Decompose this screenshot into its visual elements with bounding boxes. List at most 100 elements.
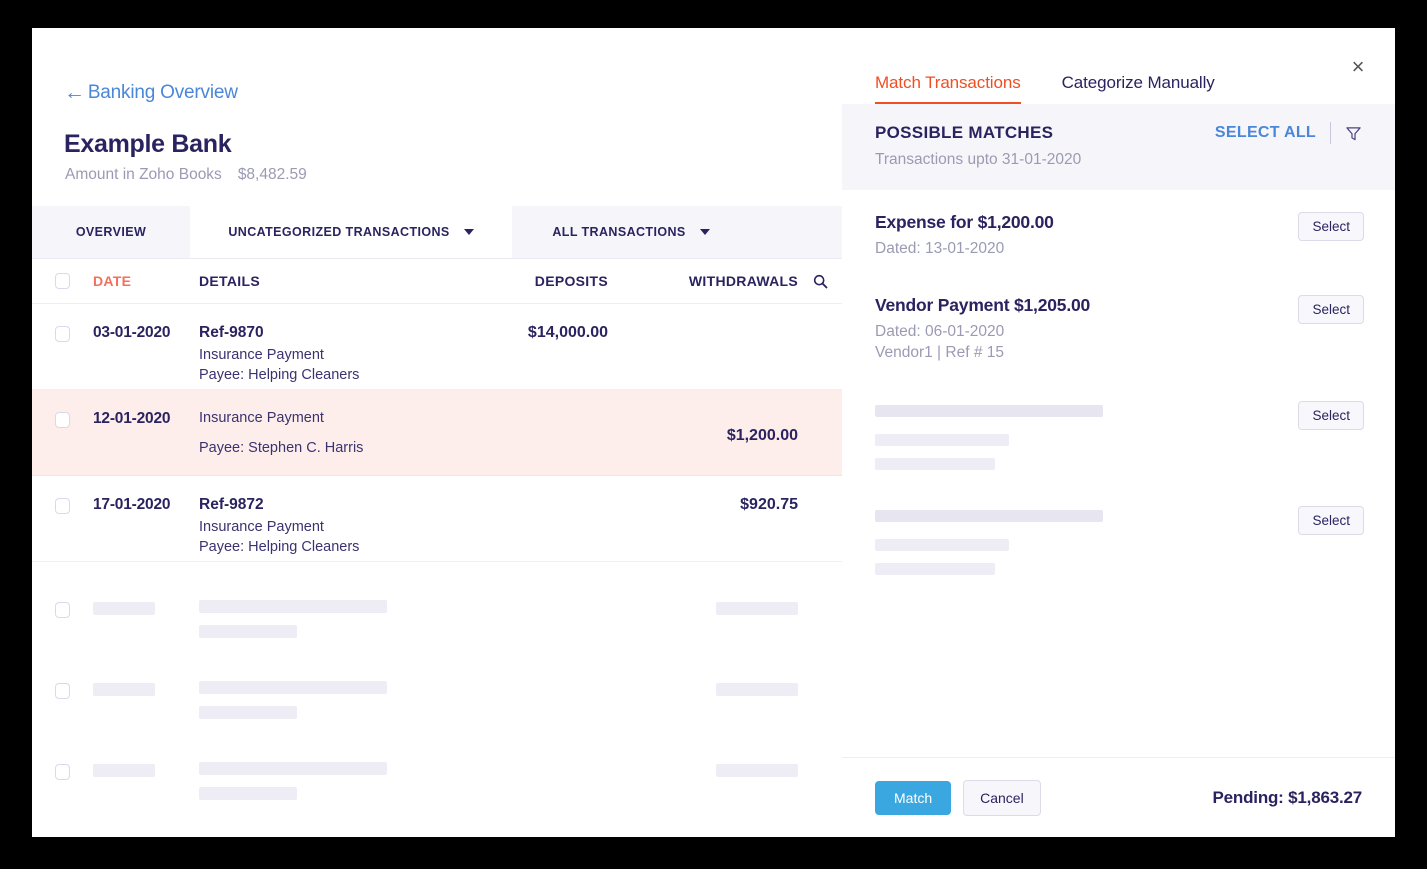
amount-label: Amount in Zoho Books	[65, 166, 222, 183]
row-select-checkbox[interactable]	[55, 602, 70, 618]
row-withdrawal-placeholder	[608, 762, 798, 782]
row-details-placeholder	[199, 600, 433, 638]
tab-match-transactions[interactable]: Match Transactions	[875, 73, 1021, 104]
row-reference: Ref-9870	[199, 324, 264, 341]
select-match-button[interactable]: Select	[1298, 506, 1364, 535]
select-match-button[interactable]: Select	[1298, 212, 1364, 241]
row-payee: Payee: Stephen C. Harris	[199, 440, 364, 456]
back-to-banking-overview-link[interactable]: ← Banking Overview	[64, 82, 238, 104]
zoho-books-amount: Amount in Zoho Books $8,482.59	[65, 166, 307, 184]
select-all-checkbox-cell	[32, 273, 93, 289]
row-withdrawal-amount: $1,200.00	[726, 427, 798, 444]
row-date-placeholder	[93, 762, 199, 777]
match-item[interactable]: Vendor Payment $1,205.00 Dated: 06-01-20…	[842, 261, 1395, 365]
row-details: Ref-9870 Insurance Payment Payee: Helpin…	[199, 324, 433, 387]
row-select-checkbox[interactable]	[55, 412, 70, 428]
page-title: Example Bank	[64, 130, 232, 158]
tab-uncategorized-label: UNCATEGORIZED TRANSACTIONS	[228, 225, 450, 239]
row-checkbox-cell	[32, 324, 93, 342]
matches-subtitle: Transactions upto 31-01-2020	[875, 151, 1082, 168]
row-details-placeholder	[199, 681, 433, 719]
select-match-button[interactable]: Select	[1298, 295, 1364, 324]
table-row-placeholder	[32, 724, 842, 805]
select-match-button[interactable]: Select	[1298, 401, 1364, 430]
row-checkbox-cell	[32, 496, 93, 514]
row-description: Insurance Payment	[199, 410, 324, 426]
tab-categorize-manually-label: Categorize Manually	[1061, 73, 1215, 92]
match-transactions-panel: Match Transactions Categorize Manually ×…	[842, 28, 1395, 837]
back-link-label: Banking Overview	[87, 82, 238, 103]
table-row-placeholder	[32, 562, 842, 643]
table-header-row: DATE DETAILS DEPOSITS WITHDRAWALS	[32, 259, 842, 304]
transactions-panel: ← Banking Overview Example Bank Amount i…	[32, 28, 842, 837]
match-item-title: Expense for $1,200.00	[875, 212, 1054, 232]
match-panel-footer: Match Cancel Pending: $1,863.27	[842, 757, 1395, 837]
left-arrow-icon: ←	[64, 80, 85, 104]
match-panel-tabbar: Match Transactions Categorize Manually ×	[842, 28, 1395, 104]
column-header-date[interactable]: DATE	[93, 273, 199, 289]
row-select-checkbox[interactable]	[55, 326, 70, 342]
tab-overview[interactable]: OVERVIEW	[32, 206, 190, 258]
tab-all-transactions-label: ALL TRANSACTIONS	[552, 225, 686, 239]
row-date-placeholder	[93, 681, 199, 696]
select-all-rows-checkbox[interactable]	[55, 273, 70, 289]
row-payee: Payee: Helping Cleaners	[199, 539, 360, 555]
tab-categorize-manually[interactable]: Categorize Manually	[1062, 73, 1215, 104]
match-item-title: Vendor Payment $1,205.00	[875, 295, 1091, 315]
pending-amount: Pending: $1,863.27	[1212, 787, 1363, 807]
table-row[interactable]: 03-01-2020 Ref-9870 Insurance Payment Pa…	[32, 304, 842, 390]
match-item-placeholder: Select	[842, 365, 1395, 470]
column-header-withdrawals[interactable]: WITHDRAWALS	[608, 273, 798, 289]
row-details: Ref-9872 Insurance Payment Payee: Helpin…	[199, 496, 433, 559]
match-item-text: Vendor Payment $1,205.00 Dated: 06-01-20…	[875, 295, 1090, 365]
row-date: 12-01-2020	[93, 410, 171, 427]
row-checkbox-cell	[32, 600, 93, 618]
close-icon[interactable]: ×	[1345, 54, 1371, 80]
row-select-checkbox[interactable]	[55, 683, 70, 699]
amount-value: $8,482.59	[237, 166, 307, 183]
tab-overview-label: OVERVIEW	[75, 225, 147, 239]
row-select-checkbox[interactable]	[55, 498, 70, 514]
chevron-down-icon	[699, 229, 710, 235]
row-checkbox-cell	[32, 762, 93, 780]
row-withdrawal-placeholder	[608, 600, 798, 620]
match-item-date: Dated: 13-01-2020	[875, 240, 1005, 257]
possible-matches-list: Expense for $1,200.00 Dated: 13-01-2020 …	[842, 190, 1395, 757]
row-date-placeholder	[93, 600, 199, 615]
match-item-reference: Vendor1 | Ref # 15	[875, 344, 1004, 361]
row-withdrawal-placeholder	[608, 681, 798, 701]
transactions-table-body: 03-01-2020 Ref-9870 Insurance Payment Pa…	[32, 304, 842, 805]
match-item-date: Dated: 06-01-2020	[875, 323, 1005, 340]
row-checkbox-cell	[32, 681, 93, 699]
row-payee: Payee: Helping Cleaners	[199, 367, 360, 383]
possible-matches-title: POSSIBLE MATCHES	[875, 123, 1054, 142]
match-placeholder-lines	[875, 401, 1103, 470]
row-description: Insurance Payment	[199, 519, 324, 535]
column-header-deposits[interactable]: DEPOSITS	[433, 273, 608, 289]
row-description: Insurance Payment	[199, 347, 324, 363]
row-select-checkbox[interactable]	[55, 764, 70, 780]
cancel-button[interactable]: Cancel	[963, 779, 1041, 816]
row-deposit-amount: $14,000.00	[527, 324, 608, 341]
match-item-text: Expense for $1,200.00 Dated: 13-01-2020	[875, 212, 1054, 261]
chevron-down-icon	[463, 229, 474, 235]
select-all-matches-link[interactable]: SELECT ALL	[1215, 124, 1316, 142]
tab-all-transactions[interactable]: ALL TRANSACTIONS	[512, 206, 750, 258]
table-row[interactable]: 17-01-2020 Ref-9872 Insurance Payment Pa…	[32, 476, 842, 562]
row-withdrawal-amount: $920.75	[740, 496, 798, 513]
table-row-placeholder	[32, 643, 842, 724]
match-item[interactable]: Expense for $1,200.00 Dated: 13-01-2020 …	[842, 190, 1395, 261]
tab-uncategorized-transactions[interactable]: UNCATEGORIZED TRANSACTIONS	[190, 206, 512, 258]
search-icon[interactable]	[798, 274, 842, 289]
column-header-details[interactable]: DETAILS	[199, 273, 433, 289]
possible-matches-header: POSSIBLE MATCHES SELECT ALL Transactions…	[842, 104, 1395, 190]
filter-icon[interactable]	[1345, 125, 1362, 142]
row-date: 03-01-2020	[93, 324, 171, 341]
tab-match-transactions-label: Match Transactions	[875, 73, 1021, 92]
table-row[interactable]: 12-01-2020 Insurance Payment Payee: Step…	[32, 390, 842, 476]
match-button[interactable]: Match	[875, 780, 952, 815]
footer-actions: Match Cancel	[875, 779, 1041, 816]
row-details: Insurance Payment Payee: Stephen C. Harr…	[199, 410, 433, 460]
match-placeholder-lines	[875, 506, 1103, 575]
transactions-tabbar: OVERVIEW UNCATEGORIZED TRANSACTIONS ALL …	[32, 206, 842, 259]
